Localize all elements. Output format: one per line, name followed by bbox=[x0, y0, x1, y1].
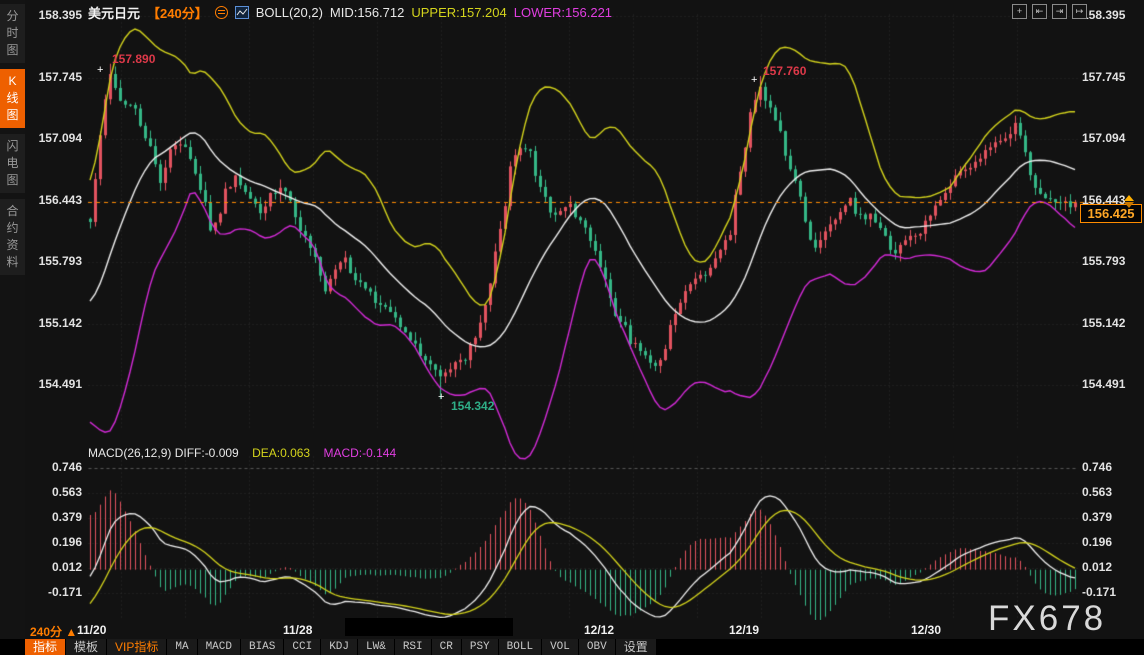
toolbar-item-MACD[interactable]: MACD bbox=[198, 639, 240, 655]
date-label: 11/28 bbox=[283, 623, 312, 637]
toolbar-item-CR[interactable]: CR bbox=[432, 639, 461, 655]
price-axis-label-left: 155.793 bbox=[24, 254, 82, 268]
macd-axis-label-right: 0.196 bbox=[1082, 535, 1140, 549]
macd-axis-label-left: 0.379 bbox=[24, 510, 82, 524]
toolbar-item-BOLL[interactable]: BOLL bbox=[499, 639, 541, 655]
sidebar-item-char: 资 bbox=[0, 237, 25, 254]
price-axis-label-right: 158.395 bbox=[1082, 8, 1140, 22]
price-axis-label-left: 154.491 bbox=[24, 377, 82, 391]
sidebar-item-char: 图 bbox=[0, 107, 25, 124]
macd-axis-label-left: 0.196 bbox=[24, 535, 82, 549]
macd-axis-label-left: 0.012 bbox=[24, 560, 82, 574]
macd-dea-label: DEA:0.063 bbox=[252, 446, 310, 460]
toolbar-item-VOL[interactable]: VOL bbox=[542, 639, 578, 655]
watermark: FX678 bbox=[988, 599, 1106, 639]
redacted-patch bbox=[345, 618, 513, 636]
macd-header: MACD(26,12,9) DIFF:-0.009 DEA:0.063 MACD… bbox=[88, 446, 396, 460]
symbol-name: 美元日元 bbox=[88, 3, 140, 22]
sidebar-item-1[interactable]: 分时图 bbox=[0, 4, 25, 63]
price-axis-label-right: 157.745 bbox=[1082, 70, 1140, 84]
sidebar-item-char: 闪 bbox=[0, 138, 25, 155]
price-axis-label-right: 154.491 bbox=[1082, 377, 1140, 391]
price-axis-label-right: 157.094 bbox=[1082, 131, 1140, 145]
toolbar-item-VIP指标[interactable]: VIP指标 bbox=[107, 639, 166, 655]
date-label: 11/20 bbox=[77, 623, 106, 637]
crosshair-marker-icon: + bbox=[97, 65, 103, 76]
sidebar-item-char: 线 bbox=[0, 90, 25, 107]
price-axis-label-right: 155.142 bbox=[1082, 316, 1140, 330]
sidebar-item-char: 电 bbox=[0, 155, 25, 172]
toolbar-item-设置[interactable]: 设置 bbox=[616, 639, 656, 655]
timeframe-label[interactable]: 240分 ▲ bbox=[30, 623, 77, 640]
extreme-annotation: 154.342 bbox=[451, 399, 494, 413]
boll-mid-value: MID:156.712 bbox=[330, 5, 404, 20]
price-chart-canvas[interactable] bbox=[0, 0, 1144, 655]
sidebar-item-2[interactable]: K线图 bbox=[0, 69, 25, 128]
pan-icon[interactable]: + bbox=[1012, 4, 1027, 19]
macd-axis-label-right: 0.379 bbox=[1082, 510, 1140, 524]
toolbar-item-OBV[interactable]: OBV bbox=[579, 639, 615, 655]
price-marker-icon bbox=[1124, 195, 1134, 208]
chart-tools: + ⇤ ⇥ ↦ bbox=[1012, 4, 1087, 19]
macd-axis-label-left: 0.746 bbox=[24, 460, 82, 474]
toolbar-item-PSY[interactable]: PSY bbox=[462, 639, 498, 655]
sidebar-item-char: 图 bbox=[0, 172, 25, 189]
macd-axis-label-right: 0.746 bbox=[1082, 460, 1140, 474]
macd-diff-label: MACD(26,12,9) DIFF:-0.009 bbox=[88, 446, 239, 460]
extreme-annotation: 157.890 bbox=[112, 52, 155, 66]
sidebar-item-3[interactable]: 闪电图 bbox=[0, 134, 25, 193]
sidebar-item-char: 合 bbox=[0, 203, 25, 220]
toolbar-item-指标[interactable]: 指标 bbox=[25, 639, 65, 655]
price-axis-label-left: 155.142 bbox=[24, 316, 82, 330]
boll-label: BOLL(20,2) bbox=[256, 5, 323, 20]
extreme-annotation: 157.760 bbox=[763, 64, 806, 78]
date-label: 12/19 bbox=[729, 623, 759, 637]
toolbar-item-MA[interactable]: MA bbox=[167, 639, 196, 655]
sidebar-item-char: K bbox=[0, 73, 25, 90]
sidebar-item-4[interactable]: 合约资料 bbox=[0, 199, 25, 275]
macd-axis-label-left: -0.171 bbox=[24, 585, 82, 599]
sidebar-item-char: 约 bbox=[0, 220, 25, 237]
indicator-toolbar: 指标模板VIP指标MAMACDBIASCCIKDJLW&RSICRPSYBOLL… bbox=[0, 639, 1144, 655]
date-label: 12/30 bbox=[911, 623, 941, 637]
time-axis: 240分 ▲ 11/20 11/28 12/12 12/19 12/30 bbox=[25, 620, 1144, 640]
macd-value-label: MACD:-0.144 bbox=[323, 446, 396, 460]
crosshair-marker-icon: + bbox=[438, 392, 444, 403]
toolbar-item-KDJ[interactable]: KDJ bbox=[321, 639, 357, 655]
price-axis-label-left: 156.443 bbox=[24, 193, 82, 207]
macd-axis-label-right: -0.171 bbox=[1082, 585, 1140, 599]
period-label: 【240分】 bbox=[147, 3, 208, 22]
sidebar-item-char: 分 bbox=[0, 8, 25, 25]
price-axis-label-left: 157.745 bbox=[24, 70, 82, 84]
chart-header: 美元日元 【240分】 BOLL(20,2) MID:156.712 UPPER… bbox=[88, 3, 612, 21]
chart-type-icon[interactable] bbox=[235, 6, 249, 19]
toolbar-item-RSI[interactable]: RSI bbox=[395, 639, 431, 655]
axis-scale-left-icon[interactable]: ⇤ bbox=[1032, 4, 1047, 19]
trading-terminal: 美元日元 【240分】 BOLL(20,2) MID:156.712 UPPER… bbox=[0, 0, 1144, 655]
shift-right-icon[interactable]: ↦ bbox=[1072, 4, 1087, 19]
sidebar-item-char: 图 bbox=[0, 42, 25, 59]
macd-axis-label-left: 0.563 bbox=[24, 485, 82, 499]
price-axis-label-left: 157.094 bbox=[24, 131, 82, 145]
macd-axis-label-right: 0.563 bbox=[1082, 485, 1140, 499]
crosshair-marker-icon: + bbox=[751, 75, 757, 86]
price-axis-label-right: 155.793 bbox=[1082, 254, 1140, 268]
boll-upper-value: UPPER:157.204 bbox=[411, 5, 506, 20]
toolbar-item-CCI[interactable]: CCI bbox=[284, 639, 320, 655]
sidebar-item-char: 料 bbox=[0, 254, 25, 271]
left-sidebar: 分时图K线图闪电图合约资料 bbox=[0, 0, 25, 655]
sidebar-item-char: 时 bbox=[0, 25, 25, 42]
period-menu-icon[interactable] bbox=[215, 6, 228, 19]
toolbar-item-模板[interactable]: 模板 bbox=[66, 639, 106, 655]
axis-scale-right-icon[interactable]: ⇥ bbox=[1052, 4, 1067, 19]
toolbar-item-BIAS[interactable]: BIAS bbox=[241, 639, 283, 655]
date-label: 12/12 bbox=[584, 623, 614, 637]
macd-axis-label-right: 0.012 bbox=[1082, 560, 1140, 574]
boll-lower-value: LOWER:156.221 bbox=[514, 5, 612, 20]
toolbar-item-LW&[interactable]: LW& bbox=[358, 639, 394, 655]
price-axis-label-left: 158.395 bbox=[24, 8, 82, 22]
